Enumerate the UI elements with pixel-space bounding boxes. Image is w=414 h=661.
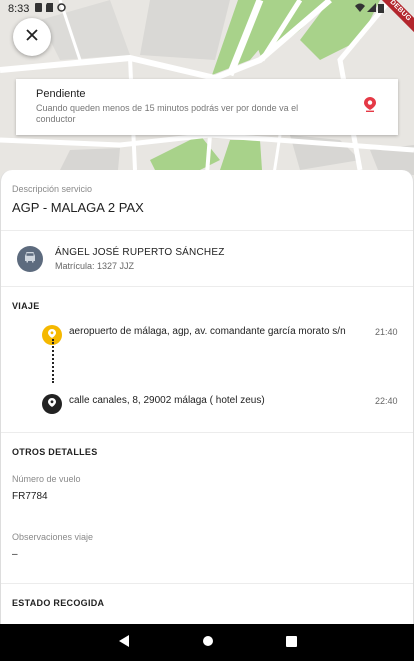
dropoff-stop: calle canales, 8, 29002 málaga ( hotel z… xyxy=(42,394,398,414)
dropoff-time: 22:40 xyxy=(375,396,398,406)
trip-section: VIAJE aeropuerto de málaga, agp, av. com… xyxy=(1,287,413,432)
flight-value: FR7784 xyxy=(12,491,48,502)
service-detail-sheet[interactable]: Descripción servicio AGP - MALAGA 2 PAX … xyxy=(0,170,414,630)
pending-title: Pendiente xyxy=(36,88,86,100)
android-nav-bar xyxy=(0,624,414,661)
route-dots xyxy=(52,339,54,383)
status-bar: 8:33 DEBUG xyxy=(0,0,414,38)
service-name: AGP - MALAGA 2 PAX xyxy=(12,200,144,215)
service-label: Descripción servicio xyxy=(12,184,93,194)
sync-icon xyxy=(57,3,67,15)
dropoff-address: calle canales, 8, 29002 málaga ( hotel z… xyxy=(69,395,265,406)
driver-row: ÁNGEL JOSÉ RUPERTO SÁNCHEZ Matrícula: 13… xyxy=(1,231,413,286)
home-icon[interactable] xyxy=(202,634,214,652)
wifi-icon xyxy=(355,3,365,16)
driver-plate: Matrícula: 1327 JJZ xyxy=(55,260,135,271)
sim-icon xyxy=(35,3,43,15)
pending-card[interactable]: Pendiente Cuando queden menos de 15 minu… xyxy=(16,79,398,135)
dropoff-pin-icon xyxy=(48,395,56,413)
flight-label: Número de vuelo xyxy=(12,474,81,484)
pending-description: Cuando queden menos de 15 minutos podrás… xyxy=(36,103,299,124)
close-icon xyxy=(26,28,38,46)
close-button[interactable] xyxy=(13,18,51,56)
pickup-status-section: ESTADO RECOGIDA xyxy=(1,584,413,608)
trip-title: VIAJE xyxy=(12,301,40,311)
service-block: Descripción servicio AGP - MALAGA 2 PAX xyxy=(1,170,413,230)
car-icon xyxy=(23,250,37,268)
screen: 8:33 DEBUG Pendiente Cuando queden menos… xyxy=(0,0,414,661)
recents-icon[interactable] xyxy=(285,634,297,652)
battery-icon xyxy=(378,3,384,16)
back-icon[interactable] xyxy=(118,634,130,652)
status-time: 8:33 xyxy=(8,3,30,15)
other-title: OTROS DETALLES xyxy=(12,447,98,457)
estado-title: ESTADO RECOGIDA xyxy=(12,598,105,608)
notes-value: – xyxy=(12,549,18,560)
other-details-section: OTROS DETALLES Número de vuelo FR7784 Ob… xyxy=(1,433,413,583)
sd-card-icon xyxy=(46,3,54,15)
dropoff-marker xyxy=(42,394,62,414)
pickup-address: aeropuerto de málaga, agp, av. comandant… xyxy=(69,326,346,337)
driver-name: ÁNGEL JOSÉ RUPERTO SÁNCHEZ xyxy=(55,246,225,258)
signal-icon xyxy=(367,3,376,16)
location-pin-icon[interactable] xyxy=(364,97,376,117)
pickup-time: 21:40 xyxy=(375,327,398,337)
car-avatar xyxy=(17,245,43,272)
notes-label: Observaciones viaje xyxy=(12,532,94,542)
pickup-stop: aeropuerto de málaga, agp, av. comandant… xyxy=(42,325,398,345)
